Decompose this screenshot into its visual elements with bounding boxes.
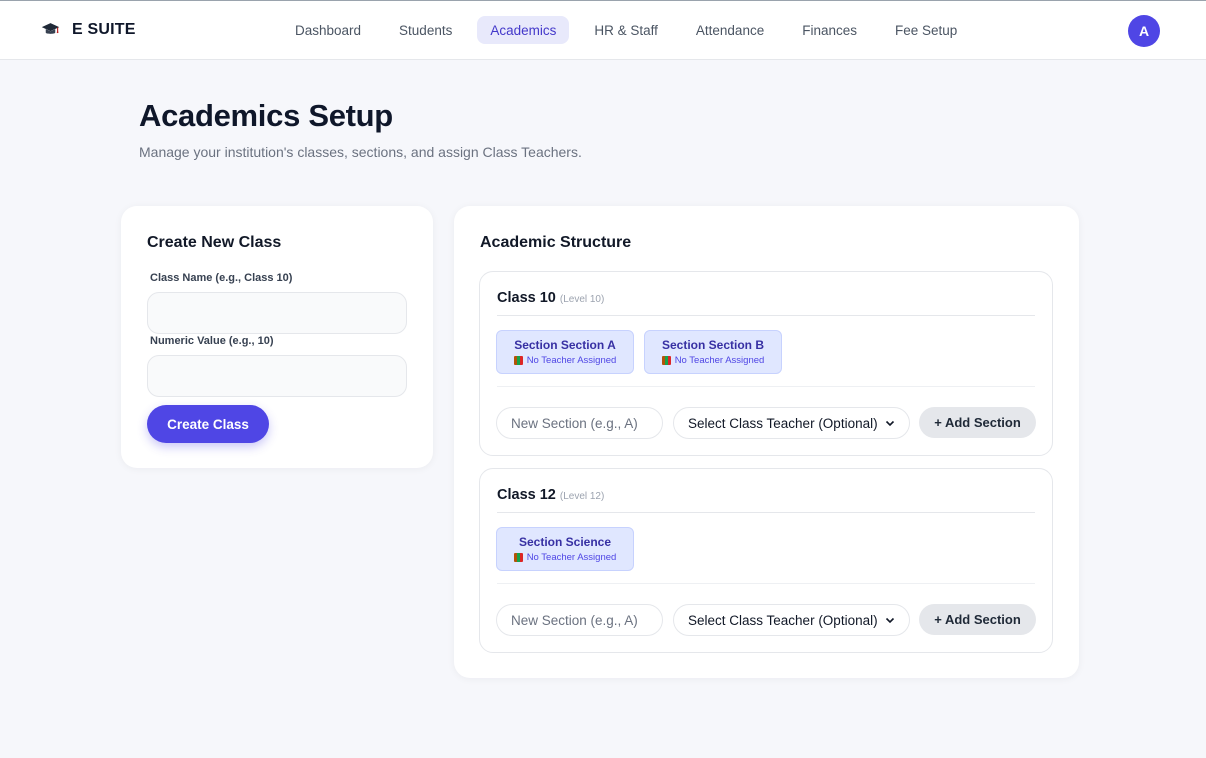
brand[interactable]: E SUITE bbox=[41, 20, 136, 39]
section-chip[interactable]: Section Section B No Teacher Assigned bbox=[644, 330, 782, 374]
academic-structure-heading: Academic Structure bbox=[480, 234, 632, 251]
numeric-value-label: Numeric Value (e.g., 10) bbox=[150, 335, 274, 347]
divider bbox=[497, 315, 1035, 316]
nav-academics[interactable]: Academics bbox=[477, 16, 570, 44]
graduation-cap-icon bbox=[41, 23, 60, 34]
class-block-class-12: Class 12 (Level 12) Section Science No Te… bbox=[479, 468, 1053, 653]
user-avatar[interactable]: A bbox=[1128, 15, 1160, 47]
chevron-down-icon bbox=[885, 617, 895, 624]
create-class-card: Create New Class Class Name (e.g., Class… bbox=[121, 206, 433, 468]
nav-students[interactable]: Students bbox=[386, 16, 465, 44]
section-chip[interactable]: Section Science No Teacher Assigned bbox=[496, 527, 634, 571]
academic-structure-card: Academic Structure Class 10 (Level 10) Se… bbox=[454, 206, 1079, 678]
class-level: (Level 10) bbox=[559, 294, 605, 305]
class-teacher-select[interactable]: Select Class Teacher (Optional) bbox=[673, 407, 910, 439]
create-class-button[interactable]: Create Class bbox=[147, 405, 269, 443]
section-teacher-text: No Teacher Assigned bbox=[526, 355, 617, 366]
class-name: Class 10 bbox=[497, 290, 556, 306]
class-teacher-select-value: Select Class Teacher (Optional) bbox=[688, 415, 878, 431]
class-name-label: Class Name (e.g., Class 10) bbox=[150, 272, 293, 284]
chevron-down-icon bbox=[885, 420, 895, 427]
class-level: (Level 12) bbox=[559, 491, 605, 502]
books-icon bbox=[513, 356, 523, 365]
class-name-input[interactable] bbox=[147, 292, 407, 334]
page-subtitle: Manage your institution's classes, secti… bbox=[139, 144, 582, 160]
nav-finances[interactable]: Finances bbox=[789, 16, 870, 44]
new-section-input[interactable] bbox=[496, 407, 663, 439]
divider bbox=[497, 512, 1035, 513]
divider bbox=[497, 386, 1035, 387]
section-teacher: No Teacher Assigned bbox=[513, 355, 617, 366]
numeric-value-input[interactable] bbox=[147, 355, 407, 397]
nav-dashboard[interactable]: Dashboard bbox=[282, 16, 374, 44]
new-section-input[interactable] bbox=[496, 604, 663, 636]
class-name: Class 12 bbox=[497, 487, 556, 503]
nav-fee-setup[interactable]: Fee Setup bbox=[882, 16, 970, 44]
books-icon bbox=[513, 553, 523, 562]
section-chip[interactable]: Section Section A No Teacher Assigned bbox=[496, 330, 634, 374]
section-name: Section Section A bbox=[514, 338, 616, 352]
page-title: Academics Setup bbox=[139, 98, 393, 133]
sections-list: Section Science No Teacher Assigned bbox=[496, 527, 634, 571]
section-teacher: No Teacher Assigned bbox=[661, 355, 765, 366]
class-title: Class 10 (Level 10) bbox=[497, 290, 604, 306]
books-icon bbox=[661, 356, 671, 365]
section-teacher: No Teacher Assigned bbox=[513, 552, 617, 563]
section-name: Section Section B bbox=[661, 338, 765, 352]
section-teacher-text: No Teacher Assigned bbox=[674, 355, 765, 366]
section-teacher-text: No Teacher Assigned bbox=[526, 552, 617, 563]
nav-hr-staff[interactable]: HR & Staff bbox=[581, 16, 671, 44]
class-block-class-10: Class 10 (Level 10) Section Section A No … bbox=[479, 271, 1053, 456]
main-nav: Dashboard Students Academics HR & Staff … bbox=[282, 16, 970, 44]
divider bbox=[497, 583, 1035, 584]
add-section-button[interactable]: + Add Section bbox=[919, 407, 1036, 438]
class-teacher-select-value: Select Class Teacher (Optional) bbox=[688, 612, 878, 628]
section-name: Section Science bbox=[518, 535, 612, 549]
sections-list: Section Section A No Teacher Assigned Se… bbox=[496, 330, 782, 374]
class-title: Class 12 (Level 12) bbox=[497, 487, 604, 503]
brand-name: E SUITE bbox=[72, 20, 136, 38]
class-teacher-select[interactable]: Select Class Teacher (Optional) bbox=[673, 604, 910, 636]
nav-attendance[interactable]: Attendance bbox=[683, 16, 777, 44]
create-class-heading: Create New Class bbox=[147, 234, 282, 251]
top-navigation-bar: E SUITE Dashboard Students Academics HR … bbox=[0, 0, 1206, 60]
add-section-button[interactable]: + Add Section bbox=[919, 604, 1036, 635]
